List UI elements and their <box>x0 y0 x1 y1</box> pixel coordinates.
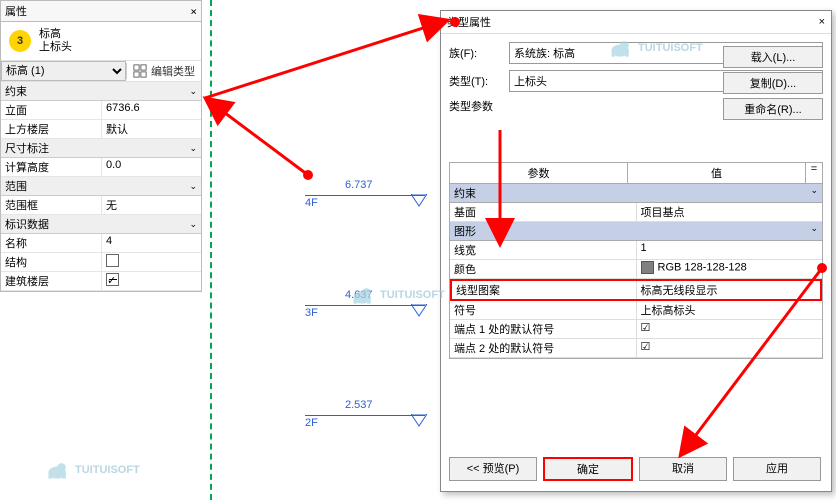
duplicate-button[interactable]: 复制(D)... <box>723 72 823 94</box>
prop-calc[interactable]: 计算高度0.0 <box>1 158 201 177</box>
properties-panel: 属性 × 3 标高 上标头 标高 (1) 编辑类型 约束⌄ 立面6736.6 上… <box>0 0 202 292</box>
row-default2[interactable]: 端点 2 处的默认符号☑ <box>450 339 822 358</box>
edit-type-label: 编辑类型 <box>151 63 195 79</box>
collapse-icon: ⌄ <box>189 86 197 97</box>
prop-name[interactable]: 名称4 <box>1 234 201 253</box>
dialog-title: 类型属性 <box>447 14 491 30</box>
apply-button[interactable]: 应用 <box>733 457 821 481</box>
family-label: 族(F): <box>449 45 503 61</box>
ok-button[interactable]: 确定 <box>543 457 633 481</box>
row-color[interactable]: 颜色RGB 128-128-128 <box>450 260 822 279</box>
edit-type-icon <box>133 64 147 78</box>
color-swatch-icon <box>641 261 654 274</box>
edit-type-button[interactable]: 编辑类型 <box>126 63 201 79</box>
dialog-header[interactable]: 类型属性 × <box>441 11 831 34</box>
drawing-canvas[interactable]: 6.7374F4.6373F2.5372F <box>210 0 435 500</box>
checkbox-icon[interactable]: ✓ <box>106 273 119 286</box>
row-lineweight[interactable]: 线宽1 <box>450 241 822 260</box>
grid-line <box>210 0 212 500</box>
level-head-icon <box>411 304 427 320</box>
properties-header: 属性 × <box>1 1 201 22</box>
cancel-button[interactable]: 取消 <box>639 457 727 481</box>
group-ident[interactable]: 标识数据⌄ <box>1 215 201 234</box>
prop-bldg[interactable]: 建筑楼层✓ <box>1 272 201 291</box>
prop-above[interactable]: 上方楼层默认 <box>1 120 201 139</box>
row-linepattern[interactable]: 线型图案标高无线段显示 <box>450 279 822 301</box>
type-label: 类型(T): <box>449 73 503 89</box>
group-constraint[interactable]: 约束⌄ <box>450 184 822 203</box>
group-extent[interactable]: 范围⌄ <box>1 177 201 196</box>
row-symbol[interactable]: 符号上标高标头 <box>450 301 822 320</box>
level-name: 2F <box>305 417 318 429</box>
type-line2: 上标头 <box>39 41 72 54</box>
close-icon[interactable]: × <box>190 5 197 18</box>
collapse-icon: ⌄ <box>189 143 197 154</box>
watermark: TUITUISOFT <box>608 38 703 58</box>
type-selector[interactable]: 3 标高 上标头 <box>1 22 201 61</box>
row-default1[interactable]: 端点 1 处的默认符号☑ <box>450 320 822 339</box>
prop-scope[interactable]: 范围框无 <box>1 196 201 215</box>
dialog-close-icon[interactable]: × <box>819 16 825 28</box>
watermark: TUITUISOFT <box>350 285 445 305</box>
group-constraint[interactable]: 约束⌄ <box>1 82 201 101</box>
type-line1: 标高 <box>39 28 72 41</box>
level-marker[interactable]: 6.7374F <box>305 195 425 196</box>
level-name: 3F <box>305 307 318 319</box>
prop-elevation[interactable]: 立面6736.6 <box>1 101 201 120</box>
level-marker[interactable]: 4.6373F <box>305 305 425 306</box>
level-value: 6.737 <box>345 179 373 191</box>
instance-selector[interactable]: 标高 (1) <box>1 61 126 81</box>
preview-button[interactable]: << 预览(P) <box>449 457 537 481</box>
prop-struct[interactable]: 结构 <box>1 253 201 272</box>
level-value: 2.537 <box>345 399 373 411</box>
type-properties-dialog: 类型属性 × 族(F): 系统族: 标高▾ 类型(T): 上标头▾ 载入(L).… <box>440 10 832 492</box>
level-marker[interactable]: 2.5372F <box>305 415 425 416</box>
level-name: 4F <box>305 197 318 209</box>
rename-button[interactable]: 重命名(R)... <box>723 98 823 120</box>
type-param-grid: 参数 值 = 约束⌄ 基面项目基点 图形⌄ 线宽1 颜色RGB 128-128-… <box>449 162 823 359</box>
row-base[interactable]: 基面项目基点 <box>450 203 822 222</box>
level-head-icon <box>411 194 427 210</box>
group-graphics[interactable]: 图形⌄ <box>450 222 822 241</box>
type-labels: 标高 上标头 <box>39 28 72 54</box>
checkbox-icon[interactable] <box>106 254 119 267</box>
group-dim[interactable]: 尺寸标注⌄ <box>1 139 201 158</box>
collapse-icon: ⌄ <box>189 181 197 192</box>
properties-title: 属性 <box>5 3 27 19</box>
grid-header: 参数 值 = <box>450 163 822 184</box>
watermark: TUITUISOFT <box>45 460 140 480</box>
collapse-icon: ⌄ <box>189 219 197 230</box>
step-badge: 3 <box>9 30 31 52</box>
level-head-icon <box>411 414 427 430</box>
load-button[interactable]: 载入(L)... <box>723 46 823 68</box>
